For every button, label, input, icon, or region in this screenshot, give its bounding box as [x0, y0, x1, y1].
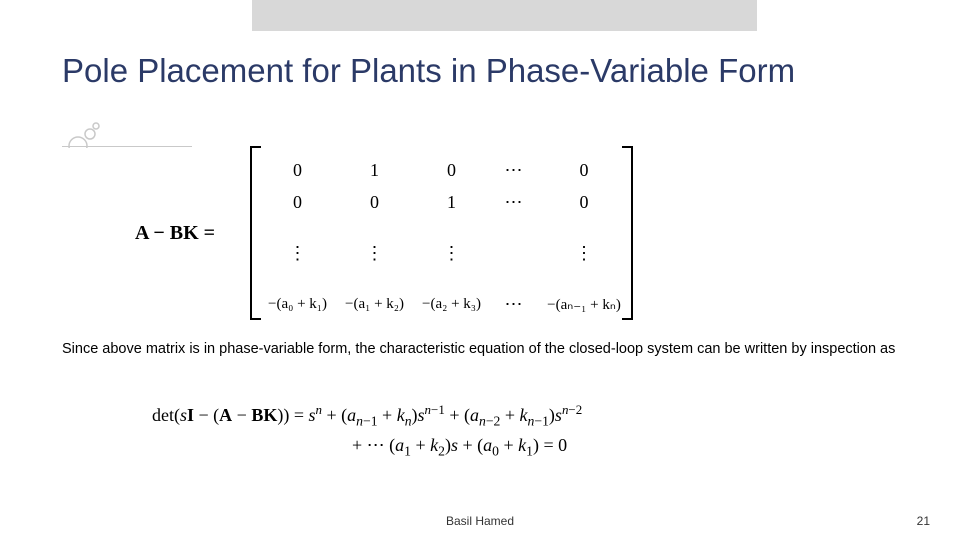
- matrix-cell: −(aₙ₋₁ + kₙ): [537, 288, 631, 320]
- title-decoration-icon: [62, 108, 102, 148]
- matrix-cell: 0: [413, 154, 490, 186]
- matrix-cell: [490, 218, 537, 288]
- matrix-body: 0 1 0 ⋯ 0 0 0 1 ⋯ 0 ⋮ ⋮ ⋮ ⋮ −(a₀ + k₁) −…: [259, 154, 631, 320]
- equation-line-2: + ⋯ (a1 + k2)s + (a0 + k1) = 0: [152, 432, 582, 462]
- matrix-cell: ⋯: [490, 288, 537, 320]
- slide-title: Pole Placement for Plants in Phase-Varia…: [62, 52, 795, 90]
- matrix-cell: 0: [336, 186, 413, 218]
- matrix-cell: 0: [537, 154, 631, 186]
- body-paragraph: Since above matrix is in phase-variable …: [62, 340, 902, 358]
- matrix-cell: 0: [259, 186, 336, 218]
- table-row: ⋮ ⋮ ⋮ ⋮: [259, 218, 631, 288]
- matrix-cell: 1: [413, 186, 490, 218]
- table-row: −(a₀ + k₁) −(a₁ + k₂) −(a₂ + k₃) ⋯ −(aₙ₋…: [259, 288, 631, 320]
- matrix-cell: ⋮: [413, 218, 490, 288]
- table-row: 0 1 0 ⋯ 0: [259, 154, 631, 186]
- characteristic-equation: det(sI − (A − BK)) = sn + (an−1 + kn)sn−…: [152, 400, 582, 462]
- table-row: 0 0 1 ⋯ 0: [259, 186, 631, 218]
- matrix-cell: ⋯: [490, 154, 537, 186]
- matrix-cell: 0: [259, 154, 336, 186]
- matrix-prefix: A − BK =: [135, 222, 215, 245]
- footer-author: Basil Hamed: [0, 514, 960, 528]
- matrix-cell: 0: [537, 186, 631, 218]
- matrix-cell: ⋮: [336, 218, 413, 288]
- matrix-cell: ⋮: [537, 218, 631, 288]
- matrix-cell: ⋯: [490, 186, 537, 218]
- matrix-cell: ⋮: [259, 218, 336, 288]
- top-accent-bar: [252, 0, 757, 31]
- title-underline: [62, 146, 192, 147]
- footer-page-number: 21: [917, 514, 930, 528]
- matrix-cell: −(a₂ + k₃): [413, 288, 490, 320]
- matrix-cell: −(a₀ + k₁): [259, 288, 336, 320]
- equation-line-1: det(sI − (A − BK)) = sn + (an−1 + kn)sn−…: [152, 400, 582, 432]
- matrix-cell: −(a₁ + k₂): [336, 288, 413, 320]
- matrix-cell: 1: [336, 154, 413, 186]
